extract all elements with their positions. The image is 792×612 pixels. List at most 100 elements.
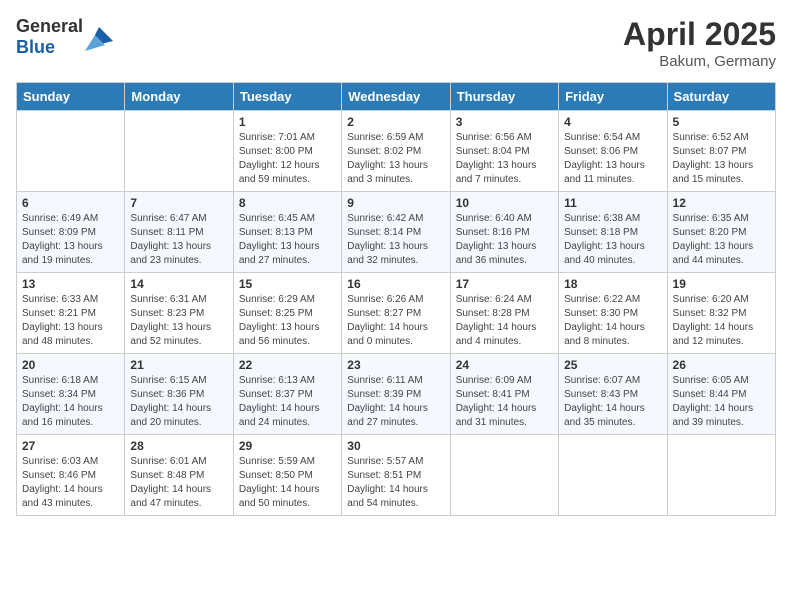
weekday-header: Wednesday [342,83,450,111]
day-info: Sunrise: 6:40 AM Sunset: 8:16 PM Dayligh… [456,212,553,268]
calendar-cell: 25 Sunrise: 6:07 AM Sunset: 8:43 PM Dayli… [559,354,667,435]
calendar-cell: 14 Sunrise: 6:31 AM Sunset: 8:23 PM Dayli… [125,273,233,354]
calendar-cell: 27 Sunrise: 6:03 AM Sunset: 8:46 PM Dayli… [17,435,125,516]
day-number: 23 [347,358,444,372]
calendar-cell: 11 Sunrise: 6:38 AM Sunset: 8:18 PM Dayli… [559,192,667,273]
calendar-cell: 6 Sunrise: 6:49 AM Sunset: 8:09 PM Daylig… [17,192,125,273]
day-number: 8 [239,196,336,210]
logo-general: General [16,16,83,36]
day-number: 26 [673,358,770,372]
logo-text: General Blue [16,16,83,58]
day-number: 3 [456,115,553,129]
calendar-cell [125,111,233,192]
calendar-cell: 2 Sunrise: 6:59 AM Sunset: 8:02 PM Daylig… [342,111,450,192]
calendar-cell: 18 Sunrise: 6:22 AM Sunset: 8:30 PM Dayli… [559,273,667,354]
day-number: 14 [130,277,227,291]
day-number: 6 [22,196,119,210]
day-info: Sunrise: 6:01 AM Sunset: 8:48 PM Dayligh… [130,455,227,511]
logo-icon [85,23,113,51]
calendar-cell: 23 Sunrise: 6:11 AM Sunset: 8:39 PM Dayli… [342,354,450,435]
calendar-cell: 1 Sunrise: 7:01 AM Sunset: 8:00 PM Daylig… [233,111,341,192]
calendar-week-row: 20 Sunrise: 6:18 AM Sunset: 8:34 PM Dayli… [17,354,776,435]
day-info: Sunrise: 6:38 AM Sunset: 8:18 PM Dayligh… [564,212,661,268]
calendar-cell: 21Sunrise: 6:15 AM Sunset: 8:36 PM Dayli… [125,354,233,435]
day-number: 10 [456,196,553,210]
weekday-header: Saturday [667,83,775,111]
day-info: Sunrise: 6:59 AM Sunset: 8:02 PM Dayligh… [347,131,444,187]
day-info: Sunrise: 6:49 AM Sunset: 8:09 PM Dayligh… [22,212,119,268]
calendar-cell [667,435,775,516]
calendar-cell: 12 Sunrise: 6:35 AM Sunset: 8:20 PM Dayli… [667,192,775,273]
day-info: Sunrise: 7:01 AM Sunset: 8:00 PM Dayligh… [239,131,336,187]
day-number: 5 [673,115,770,129]
day-info: Sunrise: 5:57 AM Sunset: 8:51 PM Dayligh… [347,455,444,511]
calendar-cell: 9 Sunrise: 6:42 AM Sunset: 8:14 PM Daylig… [342,192,450,273]
day-info: Sunrise: 6:35 AM Sunset: 8:20 PM Dayligh… [673,212,770,268]
day-info: Sunrise: 6:18 AM Sunset: 8:34 PM Dayligh… [22,374,119,430]
calendar-cell: 26 Sunrise: 6:05 AM Sunset: 8:44 PM Dayli… [667,354,775,435]
calendar-cell: 5 Sunrise: 6:52 AM Sunset: 8:07 PM Daylig… [667,111,775,192]
weekday-header: Sunday [17,83,125,111]
day-info: Sunrise: 6:52 AM Sunset: 8:07 PM Dayligh… [673,131,770,187]
calendar-cell: 29Sunrise: 5:59 AM Sunset: 8:50 PM Dayli… [233,435,341,516]
logo: General Blue [16,16,113,58]
calendar-title: April 2025 [623,16,776,53]
day-info: Sunrise: 6:47 AM Sunset: 8:11 PM Dayligh… [130,212,227,268]
day-number: 4 [564,115,661,129]
calendar-cell: 16Sunrise: 6:26 AM Sunset: 8:27 PM Dayli… [342,273,450,354]
calendar-cell: 4Sunrise: 6:54 AM Sunset: 8:06 PM Daylig… [559,111,667,192]
day-number: 17 [456,277,553,291]
calendar-week-row: 1 Sunrise: 7:01 AM Sunset: 8:00 PM Daylig… [17,111,776,192]
day-info: Sunrise: 6:33 AM Sunset: 8:21 PM Dayligh… [22,293,119,349]
page-header: General Blue April 2025 Bakum, Germany [16,16,776,70]
weekday-header: Friday [559,83,667,111]
day-info: Sunrise: 6:13 AM Sunset: 8:37 PM Dayligh… [239,374,336,430]
calendar-cell: 3 Sunrise: 6:56 AM Sunset: 8:04 PM Daylig… [450,111,558,192]
calendar-cell: 17Sunrise: 6:24 AM Sunset: 8:28 PM Dayli… [450,273,558,354]
weekday-header: Monday [125,83,233,111]
calendar-cell [559,435,667,516]
day-number: 1 [239,115,336,129]
calendar-cell: 7Sunrise: 6:47 AM Sunset: 8:11 PM Daylig… [125,192,233,273]
day-number: 12 [673,196,770,210]
day-number: 18 [564,277,661,291]
day-number: 2 [347,115,444,129]
calendar-table: SundayMondayTuesdayWednesdayThursdayFrid… [16,82,776,516]
day-info: Sunrise: 6:11 AM Sunset: 8:39 PM Dayligh… [347,374,444,430]
calendar-cell: 22 Sunrise: 6:13 AM Sunset: 8:37 PM Dayli… [233,354,341,435]
weekday-header: Thursday [450,83,558,111]
calendar-cell: 20 Sunrise: 6:18 AM Sunset: 8:34 PM Dayli… [17,354,125,435]
calendar-week-row: 6 Sunrise: 6:49 AM Sunset: 8:09 PM Daylig… [17,192,776,273]
day-number: 28 [130,439,227,453]
day-info: Sunrise: 6:42 AM Sunset: 8:14 PM Dayligh… [347,212,444,268]
day-info: Sunrise: 6:03 AM Sunset: 8:46 PM Dayligh… [22,455,119,511]
calendar-week-row: 27 Sunrise: 6:03 AM Sunset: 8:46 PM Dayli… [17,435,776,516]
calendar-cell: 30 Sunrise: 5:57 AM Sunset: 8:51 PM Dayli… [342,435,450,516]
day-number: 11 [564,196,661,210]
day-info: Sunrise: 6:07 AM Sunset: 8:43 PM Dayligh… [564,374,661,430]
day-number: 22 [239,358,336,372]
day-number: 20 [22,358,119,372]
day-number: 21 [130,358,227,372]
day-number: 13 [22,277,119,291]
calendar-cell [450,435,558,516]
day-info: Sunrise: 6:26 AM Sunset: 8:27 PM Dayligh… [347,293,444,349]
calendar-cell [17,111,125,192]
day-number: 27 [22,439,119,453]
header-row: SundayMondayTuesdayWednesdayThursdayFrid… [17,83,776,111]
calendar-cell: 28 Sunrise: 6:01 AM Sunset: 8:48 PM Dayli… [125,435,233,516]
calendar-week-row: 13 Sunrise: 6:33 AM Sunset: 8:21 PM Dayli… [17,273,776,354]
calendar-cell: 10 Sunrise: 6:40 AM Sunset: 8:16 PM Dayli… [450,192,558,273]
day-number: 24 [456,358,553,372]
day-number: 9 [347,196,444,210]
calendar-cell: 8Sunrise: 6:45 AM Sunset: 8:13 PM Daylig… [233,192,341,273]
day-info: Sunrise: 6:22 AM Sunset: 8:30 PM Dayligh… [564,293,661,349]
day-number: 19 [673,277,770,291]
title-area: April 2025 Bakum, Germany [623,16,776,70]
day-info: Sunrise: 6:20 AM Sunset: 8:32 PM Dayligh… [673,293,770,349]
day-info: Sunrise: 6:05 AM Sunset: 8:44 PM Dayligh… [673,374,770,430]
day-number: 25 [564,358,661,372]
day-info: Sunrise: 6:56 AM Sunset: 8:04 PM Dayligh… [456,131,553,187]
day-info: Sunrise: 6:31 AM Sunset: 8:23 PM Dayligh… [130,293,227,349]
day-number: 30 [347,439,444,453]
